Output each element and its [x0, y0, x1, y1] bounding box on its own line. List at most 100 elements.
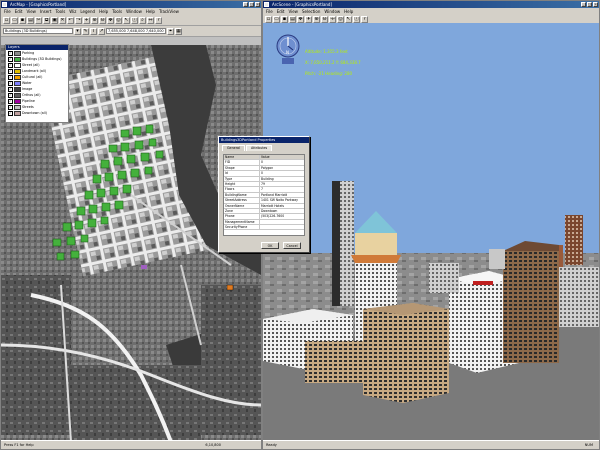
attr-value[interactable]: Portland Marriott [260, 193, 304, 197]
tab-general[interactable]: General [222, 145, 245, 151]
attr-value[interactable]: Marriott Hotels [260, 204, 304, 208]
menu-help[interactable]: Help [344, 8, 353, 15]
scene-viewport[interactable]: N Altitude: 1,355.3 feet X: 7,650,211.2 … [263, 23, 599, 442]
zoom-in-icon[interactable]: ⊕ [313, 15, 320, 23]
help-icon[interactable]: ? [155, 16, 162, 24]
layer-checkbox[interactable]: ✓ [8, 98, 13, 104]
zoom-in-icon[interactable]: ⊕ [91, 16, 98, 24]
zoom-out-icon[interactable]: ⊖ [99, 16, 106, 24]
scene-status-text: Ready [266, 443, 277, 447]
close-button[interactable]: × [255, 2, 260, 7]
layer-checkbox[interactable]: ✓ [8, 92, 13, 98]
layer-checkbox[interactable]: ✓ [8, 68, 13, 74]
navigate-icon[interactable]: ✥ [297, 15, 304, 23]
maximize-button[interactable]: □ [249, 2, 254, 7]
open-icon[interactable]: ▭ [273, 15, 280, 23]
paste-icon[interactable]: ▣ [51, 16, 58, 24]
menu-trackview[interactable]: TrackView [159, 8, 179, 15]
layer-checkbox[interactable]: ✓ [8, 104, 13, 110]
coordinate-box[interactable]: 7,655,000 7,648,000 7,640,000 [106, 28, 166, 34]
menu-tools-2[interactable]: Tools [112, 8, 122, 15]
select-icon[interactable]: ↖ [123, 16, 130, 24]
save-icon[interactable]: ▪ [19, 16, 26, 24]
save-icon[interactable]: ▪ [281, 15, 288, 23]
layer-item[interactable]: ✓ Downtown (all) [6, 110, 68, 116]
help-icon[interactable]: ? [361, 15, 368, 23]
maximize-button[interactable]: □ [587, 2, 592, 7]
attr-value[interactable]: 0 [260, 171, 304, 175]
attr-value[interactable]: Building [260, 177, 304, 181]
menu-view[interactable]: View [288, 8, 298, 15]
menu-help-2[interactable]: Help [146, 8, 155, 15]
ok-button[interactable]: OK [261, 242, 279, 249]
menu-file[interactable]: File [4, 8, 11, 15]
layer-checkbox[interactable]: ✓ [8, 110, 13, 116]
new-icon[interactable]: ▫ [3, 16, 10, 24]
layer-swatch [14, 104, 21, 110]
identify-icon[interactable]: ⓘ [353, 15, 360, 23]
layout-icon[interactable]: ▦ [175, 27, 182, 35]
tab-attributes[interactable]: Attributes [246, 145, 273, 151]
full-extent-icon[interactable]: ◎ [337, 15, 344, 23]
menu-help[interactable]: Help [99, 8, 108, 15]
copy-icon[interactable]: ⧉ [43, 16, 50, 24]
edit-tool-icon[interactable]: ↗ [98, 27, 105, 35]
attr-value[interactable] [260, 220, 304, 224]
menu-wiz[interactable]: Wiz [69, 8, 76, 15]
close-button[interactable]: × [593, 2, 598, 7]
table-row[interactable]: SecurityPhone [224, 225, 304, 231]
attr-value[interactable]: Polygon [260, 166, 304, 170]
select-icon[interactable]: ↖ [345, 15, 352, 23]
scene-window-titlebar[interactable]: ArcScene - [GraphicsPortland] _ □ × [263, 1, 599, 8]
fly-icon[interactable]: ✈ [305, 15, 312, 23]
map-window-titlebar[interactable]: ArcMap - [GraphicsPortland] _ □ × [1, 1, 261, 8]
layer-checkbox[interactable]: ✓ [8, 74, 13, 80]
chevron-down-icon[interactable]: ▾ [74, 27, 81, 35]
redo-icon[interactable]: ↷ [75, 16, 82, 24]
pan-icon[interactable]: ✥ [107, 16, 114, 24]
menu-selection[interactable]: Selection [302, 8, 320, 15]
attr-value[interactable]: Downtown [260, 209, 304, 213]
measure-icon[interactable]: ⇔ [147, 16, 154, 24]
print-icon[interactable]: ▤ [289, 15, 296, 23]
cut-icon[interactable]: ✂ [35, 16, 42, 24]
find-icon[interactable]: ⌕ [139, 16, 146, 24]
zoom-out-icon[interactable]: ⊖ [321, 15, 328, 23]
georef-icon[interactable]: ⌖ [167, 27, 174, 35]
menu-edit[interactable]: Edit [277, 8, 285, 15]
attr-value[interactable]: 7 [260, 187, 304, 191]
layer-checkbox[interactable]: ✓ [8, 56, 13, 62]
undo-icon[interactable]: ↶ [67, 16, 74, 24]
add-data-icon[interactable]: + [83, 16, 90, 24]
menu-view[interactable]: View [26, 8, 36, 15]
attr-value[interactable]: 1401 SW Naito Parkway [260, 198, 304, 202]
layer-checkbox[interactable]: ✓ [8, 86, 13, 92]
menu-tools[interactable]: Tools [55, 8, 65, 15]
layer-dropdown[interactable]: Buildings (3D Buildings) [3, 28, 73, 34]
layer-checkbox[interactable]: ✓ [8, 62, 13, 68]
attr-value[interactable]: 0 [260, 160, 304, 164]
minimize-button[interactable]: _ [581, 2, 586, 7]
identify-icon[interactable]: ⓘ [131, 16, 138, 24]
open-icon[interactable]: ▭ [11, 16, 18, 24]
menu-edit[interactable]: Edit [15, 8, 23, 15]
layer-checkbox[interactable]: ✓ [8, 80, 13, 86]
menu-window[interactable]: Window [126, 8, 142, 15]
minimize-button[interactable]: _ [243, 2, 248, 7]
attr-value[interactable]: 79 [260, 182, 304, 186]
menu-window[interactable]: Window [324, 8, 340, 15]
menu-legend[interactable]: Legend [80, 8, 95, 15]
new-icon[interactable]: ▫ [265, 15, 272, 23]
delete-icon[interactable]: ✕ [59, 16, 66, 24]
layer-checkbox[interactable]: ✓ [8, 50, 13, 56]
full-extent-icon[interactable]: ◎ [115, 16, 122, 24]
menu-insert[interactable]: Insert [40, 8, 51, 15]
cancel-button[interactable]: Cancel [283, 242, 301, 249]
attr-value[interactable] [260, 225, 304, 229]
pan-icon[interactable]: ☩ [329, 15, 336, 23]
menu-file[interactable]: File [266, 8, 273, 15]
attr-value[interactable]: (503)226-7600 [260, 214, 304, 218]
sketch-icon[interactable]: ⌇ [90, 27, 97, 35]
print-icon[interactable]: ▤ [27, 16, 34, 24]
editor-icon[interactable]: ✎ [82, 27, 89, 35]
